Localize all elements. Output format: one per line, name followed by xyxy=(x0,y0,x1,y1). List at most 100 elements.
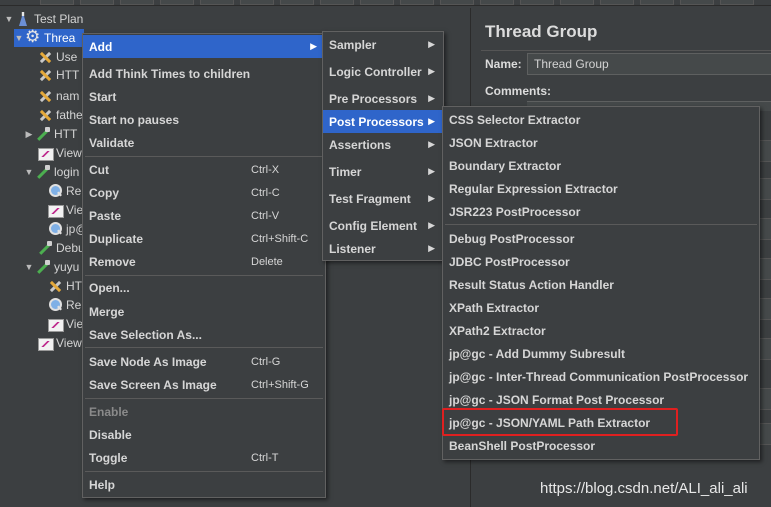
expand-arrow-icon[interactable]: ▼ xyxy=(14,33,24,43)
menu-item-toggle[interactable]: Toggle Ctrl-T xyxy=(83,446,325,469)
tree-node[interactable]: ▼ yuyu xyxy=(24,258,79,276)
post-processor-item[interactable]: Debug PostProcessor xyxy=(443,227,759,250)
menu-item-label: Help xyxy=(89,477,116,492)
toolbar-button[interactable] xyxy=(160,0,194,5)
tree-node[interactable]: HTT xyxy=(26,66,79,84)
toolbar-button[interactable] xyxy=(40,0,74,5)
expand-arrow-icon[interactable]: ▼ xyxy=(24,167,34,177)
tree-node[interactable]: Use xyxy=(26,48,77,66)
toolbar-button[interactable] xyxy=(600,0,634,5)
menu-item-label: jp@gc - JSON Format Post Processor xyxy=(449,392,665,407)
toolbar-button[interactable] xyxy=(520,0,554,5)
expand-arrow-icon[interactable]: ▶ xyxy=(24,129,34,140)
toolbar-button[interactable] xyxy=(640,0,674,5)
toolbar-button[interactable] xyxy=(680,0,714,5)
menu-item-add-think-times[interactable]: Add Think Times to children xyxy=(83,62,325,85)
menu-item-label: jp@gc - Inter-Thread Communication PostP… xyxy=(449,369,749,384)
toolbar-button[interactable] xyxy=(240,0,274,5)
toolbar-button[interactable] xyxy=(320,0,354,5)
expand-arrow-icon[interactable]: ▼ xyxy=(4,14,14,24)
post-processor-item[interactable]: JSON Extractor xyxy=(443,131,759,154)
toolbar-button[interactable] xyxy=(560,0,594,5)
post-processor-item[interactable]: JSR223 PostProcessor xyxy=(443,200,759,223)
submenu-item-post-processors[interactable]: Post Processors ▶ xyxy=(323,110,443,133)
submenu-item-assertions[interactable]: Assertions ▶ xyxy=(323,133,443,156)
submenu-item-logic-controller[interactable]: Logic Controller ▶ xyxy=(323,60,443,83)
toolbar-button[interactable] xyxy=(480,0,514,5)
chart-icon xyxy=(47,202,64,218)
menu-item-label: Result Status Action Handler xyxy=(449,277,614,292)
toolbar-button[interactable] xyxy=(80,0,114,5)
tree-node-label: HT xyxy=(66,279,82,293)
name-field[interactable]: Thread Group xyxy=(527,53,771,75)
expand-arrow-icon[interactable]: ▼ xyxy=(24,262,34,272)
menu-item-remove[interactable]: Remove Delete xyxy=(83,250,325,273)
menu-item-copy[interactable]: Copy Ctrl-C xyxy=(83,181,325,204)
tree-node[interactable]: Debu xyxy=(26,239,85,257)
tree-node[interactable]: Vie xyxy=(36,201,83,219)
menu-item-label: Toggle xyxy=(89,450,128,465)
menu-item-validate[interactable]: Validate xyxy=(83,131,325,154)
menu-item-start-no-pauses[interactable]: Start no pauses xyxy=(83,108,325,131)
tree-node[interactable]: ▶ HTT xyxy=(24,125,77,143)
menu-item-label: Add Think Times to children xyxy=(89,66,251,81)
post-processor-item[interactable]: jp@gc - Add Dummy Subresult xyxy=(443,342,759,365)
tree-node[interactable]: fathe xyxy=(26,106,83,124)
menu-item-label: XPath2 Extractor xyxy=(449,323,546,338)
tree-node[interactable]: Re xyxy=(36,182,81,200)
tree-node[interactable]: HT xyxy=(36,277,82,295)
menu-item-shortcut: Ctrl+Shift-C xyxy=(251,232,309,245)
submenu-item-timer[interactable]: Timer ▶ xyxy=(323,160,443,183)
tree-node-thread-group[interactable]: ▼ Threa xyxy=(14,27,84,47)
tree-node-label: Vie xyxy=(66,317,84,331)
menu-item-merge[interactable]: Merge xyxy=(83,300,325,323)
menu-item-help[interactable]: Help xyxy=(83,473,325,496)
tree-node-label: yuyu xyxy=(54,260,80,274)
menu-item-shortcut: Delete xyxy=(251,255,283,268)
menu-item-duplicate[interactable]: Duplicate Ctrl+Shift-C xyxy=(83,227,325,250)
post-processor-item[interactable]: jp@gc - Inter-Thread Communication PostP… xyxy=(443,365,759,388)
toolbar-button[interactable] xyxy=(440,0,474,5)
post-processor-item[interactable]: Boundary Extractor xyxy=(443,154,759,177)
submenu-arrow-icon: ▶ xyxy=(310,41,317,51)
chart-icon xyxy=(37,145,54,161)
submenu-item-test-fragment[interactable]: Test Fragment ▶ xyxy=(323,187,443,210)
toolbar-button[interactable] xyxy=(400,0,434,5)
submenu-arrow-icon: ▶ xyxy=(428,243,435,253)
toolbar-button[interactable] xyxy=(200,0,234,5)
post-processor-item[interactable]: XPath Extractor xyxy=(443,296,759,319)
submenu-item-pre-processors[interactable]: Pre Processors ▶ xyxy=(323,87,443,110)
menu-item-save-selection-as[interactable]: Save Selection As... xyxy=(83,323,325,346)
tree-node[interactable]: View xyxy=(26,144,82,162)
menu-item-label: Config Element xyxy=(329,218,418,233)
post-processor-item[interactable]: Result Status Action Handler xyxy=(443,273,759,296)
tree-node[interactable]: ▼ login xyxy=(24,163,79,181)
toolbar-button[interactable] xyxy=(120,0,154,5)
post-processor-item[interactable]: CSS Selector Extractor xyxy=(443,108,759,131)
toolbar-button[interactable] xyxy=(720,0,754,5)
tree-node-label: HTT xyxy=(54,127,78,141)
menu-item-paste[interactable]: Paste Ctrl-V xyxy=(83,204,325,227)
tree-node[interactable]: nam xyxy=(26,87,79,105)
menu-item-add[interactable]: Add ▶ xyxy=(83,35,325,58)
menu-item-save-screen-as-image[interactable]: Save Screen As Image Ctrl+Shift-G xyxy=(83,373,325,396)
menu-item-start[interactable]: Start xyxy=(83,85,325,108)
toolbar-button[interactable] xyxy=(280,0,314,5)
post-processor-item[interactable]: XPath2 Extractor xyxy=(443,319,759,342)
post-processor-item[interactable]: BeanShell PostProcessor xyxy=(443,434,759,457)
submenu-item-listener[interactable]: Listener ▶ xyxy=(323,237,443,260)
menu-item-open[interactable]: Open... xyxy=(83,276,325,299)
tree-node[interactable]: Vie xyxy=(36,315,83,333)
menu-item-save-node-as-image[interactable]: Save Node As Image Ctrl-G xyxy=(83,350,325,373)
tree-node[interactable]: jp@ xyxy=(36,220,88,238)
post-processor-item[interactable]: Regular Expression Extractor xyxy=(443,177,759,200)
post-processor-item[interactable]: JDBC PostProcessor xyxy=(443,250,759,273)
submenu-item-sampler[interactable]: Sampler ▶ xyxy=(323,33,443,56)
toolbar-button[interactable] xyxy=(360,0,394,5)
menu-item-cut[interactable]: Cut Ctrl-X xyxy=(83,158,325,181)
menu-item-disable[interactable]: Disable xyxy=(83,423,325,446)
tree-node-test-plan[interactable]: ▼ Test Plan xyxy=(4,10,84,28)
tree-node[interactable]: View xyxy=(26,334,82,352)
tree-node[interactable]: Re xyxy=(36,296,81,314)
submenu-item-config-element[interactable]: Config Element ▶ xyxy=(323,214,443,237)
